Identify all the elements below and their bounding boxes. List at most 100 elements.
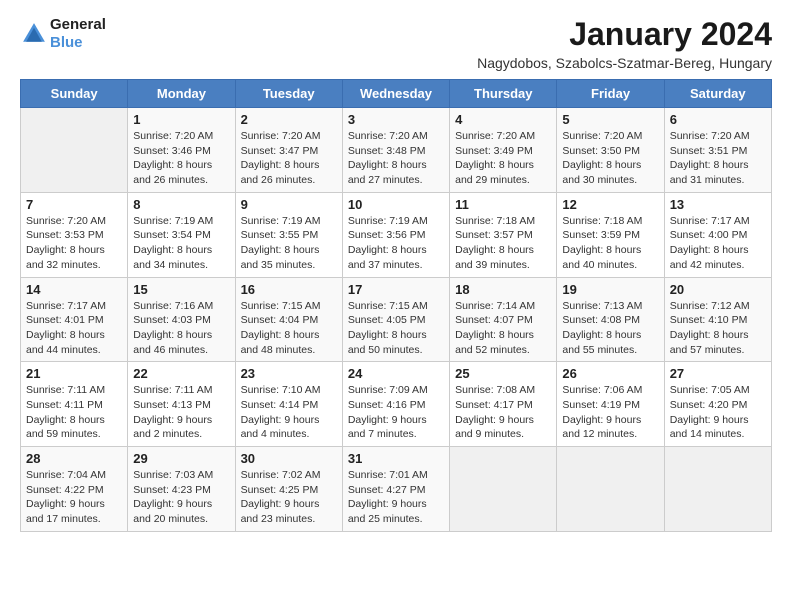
cell-content: Sunrise: 7:20 AMSunset: 3:46 PMDaylight:… xyxy=(133,129,229,188)
day-number: 24 xyxy=(348,366,444,381)
calendar-cell: 30 Sunrise: 7:02 AMSunset: 4:25 PMDayligh… xyxy=(235,447,342,532)
cell-content: Sunrise: 7:15 AMSunset: 4:05 PMDaylight:… xyxy=(348,299,444,358)
day-number: 29 xyxy=(133,451,229,466)
calendar-cell: 12 Sunrise: 7:18 AMSunset: 3:59 PMDayligh… xyxy=(557,192,664,277)
cell-content: Sunrise: 7:13 AMSunset: 4:08 PMDaylight:… xyxy=(562,299,658,358)
cell-content: Sunrise: 7:20 AMSunset: 3:51 PMDaylight:… xyxy=(670,129,766,188)
calendar-cell: 28 Sunrise: 7:04 AMSunset: 4:22 PMDayligh… xyxy=(21,447,128,532)
cell-content: Sunrise: 7:01 AMSunset: 4:27 PMDaylight:… xyxy=(348,468,444,527)
logo-text-general: General xyxy=(50,16,106,34)
calendar-cell: 27Sunrise: 7:05 AMSunset: 4:20 PMDayligh… xyxy=(664,362,771,447)
calendar-cell: 6Sunrise: 7:20 AMSunset: 3:51 PMDaylight… xyxy=(664,108,771,193)
calendar-cell: 31 Sunrise: 7:01 AMSunset: 4:27 PMDayligh… xyxy=(342,447,449,532)
cell-content: Sunrise: 7:09 AMSunset: 4:16 PMDaylight:… xyxy=(348,383,444,442)
calendar-cell xyxy=(557,447,664,532)
cell-content: Sunrise: 7:11 AMSunset: 4:11 PMDaylight:… xyxy=(26,383,122,442)
calendar-cell: 21 Sunrise: 7:11 AMSunset: 4:11 PMDayligh… xyxy=(21,362,128,447)
cell-content: Sunrise: 7:20 AMSunset: 3:49 PMDaylight:… xyxy=(455,129,551,188)
calendar-cell xyxy=(450,447,557,532)
day-number: 17 xyxy=(348,282,444,297)
cell-content: Sunrise: 7:20 AMSunset: 3:48 PMDaylight:… xyxy=(348,129,444,188)
day-number: 7 xyxy=(26,197,122,212)
day-number: 4 xyxy=(455,112,551,127)
cell-content: Sunrise: 7:08 AMSunset: 4:17 PMDaylight:… xyxy=(455,383,551,442)
cell-content: Sunrise: 7:19 AMSunset: 3:55 PMDaylight:… xyxy=(241,214,337,273)
logo-icon xyxy=(20,20,48,48)
calendar-cell: 26 Sunrise: 7:06 AMSunset: 4:19 PMDayligh… xyxy=(557,362,664,447)
day-number: 21 xyxy=(26,366,122,381)
calendar-cell: 17 Sunrise: 7:15 AMSunset: 4:05 PMDayligh… xyxy=(342,277,449,362)
cell-content: Sunrise: 7:20 AMSunset: 3:47 PMDaylight:… xyxy=(241,129,337,188)
cell-content: Sunrise: 7:12 AMSunset: 4:10 PMDaylight:… xyxy=(670,299,766,358)
day-number: 3 xyxy=(348,112,444,127)
calendar-cell: 29 Sunrise: 7:03 AMSunset: 4:23 PMDayligh… xyxy=(128,447,235,532)
calendar-cell: 18Sunrise: 7:14 AMSunset: 4:07 PMDayligh… xyxy=(450,277,557,362)
calendar-cell: 19 Sunrise: 7:13 AMSunset: 4:08 PMDayligh… xyxy=(557,277,664,362)
cell-content: Sunrise: 7:06 AMSunset: 4:19 PMDaylight:… xyxy=(562,383,658,442)
calendar-cell: 22 Sunrise: 7:11 AMSunset: 4:13 PMDayligh… xyxy=(128,362,235,447)
calendar-cell: 15Sunrise: 7:16 AMSunset: 4:03 PMDayligh… xyxy=(128,277,235,362)
title-block: January 2024 Nagydobos, Szabolcs-Szatmar… xyxy=(477,16,772,71)
cell-content: Sunrise: 7:19 AMSunset: 3:56 PMDaylight:… xyxy=(348,214,444,273)
cell-content: Sunrise: 7:17 AMSunset: 4:01 PMDaylight:… xyxy=(26,299,122,358)
calendar-cell xyxy=(664,447,771,532)
calendar-cell: 13 Sunrise: 7:17 AMSunset: 4:00 PMDayligh… xyxy=(664,192,771,277)
day-number: 30 xyxy=(241,451,337,466)
calendar-cell: 24 Sunrise: 7:09 AMSunset: 4:16 PMDayligh… xyxy=(342,362,449,447)
cell-content: Sunrise: 7:15 AMSunset: 4:04 PMDaylight:… xyxy=(241,299,337,358)
day-number: 19 xyxy=(562,282,658,297)
day-number: 22 xyxy=(133,366,229,381)
calendar-cell: 16 Sunrise: 7:15 AMSunset: 4:04 PMDayligh… xyxy=(235,277,342,362)
calendar-week-4: 21 Sunrise: 7:11 AMSunset: 4:11 PMDayligh… xyxy=(21,362,772,447)
weekday-header-sunday: Sunday xyxy=(21,80,128,108)
day-number: 16 xyxy=(241,282,337,297)
cell-content: Sunrise: 7:19 AMSunset: 3:54 PMDaylight:… xyxy=(133,214,229,273)
cell-content: Sunrise: 7:18 AMSunset: 3:57 PMDaylight:… xyxy=(455,214,551,273)
cell-content: Sunrise: 7:17 AMSunset: 4:00 PMDaylight:… xyxy=(670,214,766,273)
cell-content: Sunrise: 7:02 AMSunset: 4:25 PMDaylight:… xyxy=(241,468,337,527)
weekday-header-friday: Friday xyxy=(557,80,664,108)
cell-content: Sunrise: 7:11 AMSunset: 4:13 PMDaylight:… xyxy=(133,383,229,442)
cell-content: Sunrise: 7:03 AMSunset: 4:23 PMDaylight:… xyxy=(133,468,229,527)
calendar-cell: 20 Sunrise: 7:12 AMSunset: 4:10 PMDayligh… xyxy=(664,277,771,362)
calendar-cell: 11 Sunrise: 7:18 AMSunset: 3:57 PMDayligh… xyxy=(450,192,557,277)
cell-content: Sunrise: 7:14 AMSunset: 4:07 PMDaylight:… xyxy=(455,299,551,358)
day-number: 25 xyxy=(455,366,551,381)
day-number: 12 xyxy=(562,197,658,212)
day-number: 26 xyxy=(562,366,658,381)
calendar-cell: 5 Sunrise: 7:20 AMSunset: 3:50 PMDaylight… xyxy=(557,108,664,193)
day-number: 28 xyxy=(26,451,122,466)
day-number: 31 xyxy=(348,451,444,466)
cell-content: Sunrise: 7:18 AMSunset: 3:59 PMDaylight:… xyxy=(562,214,658,273)
day-number: 9 xyxy=(241,197,337,212)
day-number: 8 xyxy=(133,197,229,212)
calendar-cell xyxy=(21,108,128,193)
location: Nagydobos, Szabolcs-Szatmar-Bereg, Hunga… xyxy=(477,55,772,71)
calendar-week-1: 1 Sunrise: 7:20 AMSunset: 3:46 PMDaylight… xyxy=(21,108,772,193)
day-number: 2 xyxy=(241,112,337,127)
day-number: 13 xyxy=(670,197,766,212)
calendar-week-2: 7 Sunrise: 7:20 AMSunset: 3:53 PMDaylight… xyxy=(21,192,772,277)
calendar-table: SundayMondayTuesdayWednesdayThursdayFrid… xyxy=(20,79,772,532)
weekday-header-monday: Monday xyxy=(128,80,235,108)
cell-content: Sunrise: 7:20 AMSunset: 3:53 PMDaylight:… xyxy=(26,214,122,273)
month-title: January 2024 xyxy=(477,16,772,53)
calendar-cell: 2 Sunrise: 7:20 AMSunset: 3:47 PMDaylight… xyxy=(235,108,342,193)
cell-content: Sunrise: 7:04 AMSunset: 4:22 PMDaylight:… xyxy=(26,468,122,527)
calendar-week-5: 28 Sunrise: 7:04 AMSunset: 4:22 PMDayligh… xyxy=(21,447,772,532)
calendar-cell: 10Sunrise: 7:19 AMSunset: 3:56 PMDayligh… xyxy=(342,192,449,277)
day-number: 1 xyxy=(133,112,229,127)
calendar-cell: 8 Sunrise: 7:19 AMSunset: 3:54 PMDaylight… xyxy=(128,192,235,277)
day-number: 5 xyxy=(562,112,658,127)
cell-content: Sunrise: 7:05 AMSunset: 4:20 PMDaylight:… xyxy=(670,383,766,442)
weekday-header-tuesday: Tuesday xyxy=(235,80,342,108)
day-number: 23 xyxy=(241,366,337,381)
weekday-header-row: SundayMondayTuesdayWednesdayThursdayFrid… xyxy=(21,80,772,108)
calendar-cell: 9 Sunrise: 7:19 AMSunset: 3:55 PMDaylight… xyxy=(235,192,342,277)
weekday-header-wednesday: Wednesday xyxy=(342,80,449,108)
cell-content: Sunrise: 7:20 AMSunset: 3:50 PMDaylight:… xyxy=(562,129,658,188)
logo-text-blue: Blue xyxy=(50,34,106,52)
day-number: 20 xyxy=(670,282,766,297)
day-number: 11 xyxy=(455,197,551,212)
calendar-cell: 1 Sunrise: 7:20 AMSunset: 3:46 PMDaylight… xyxy=(128,108,235,193)
